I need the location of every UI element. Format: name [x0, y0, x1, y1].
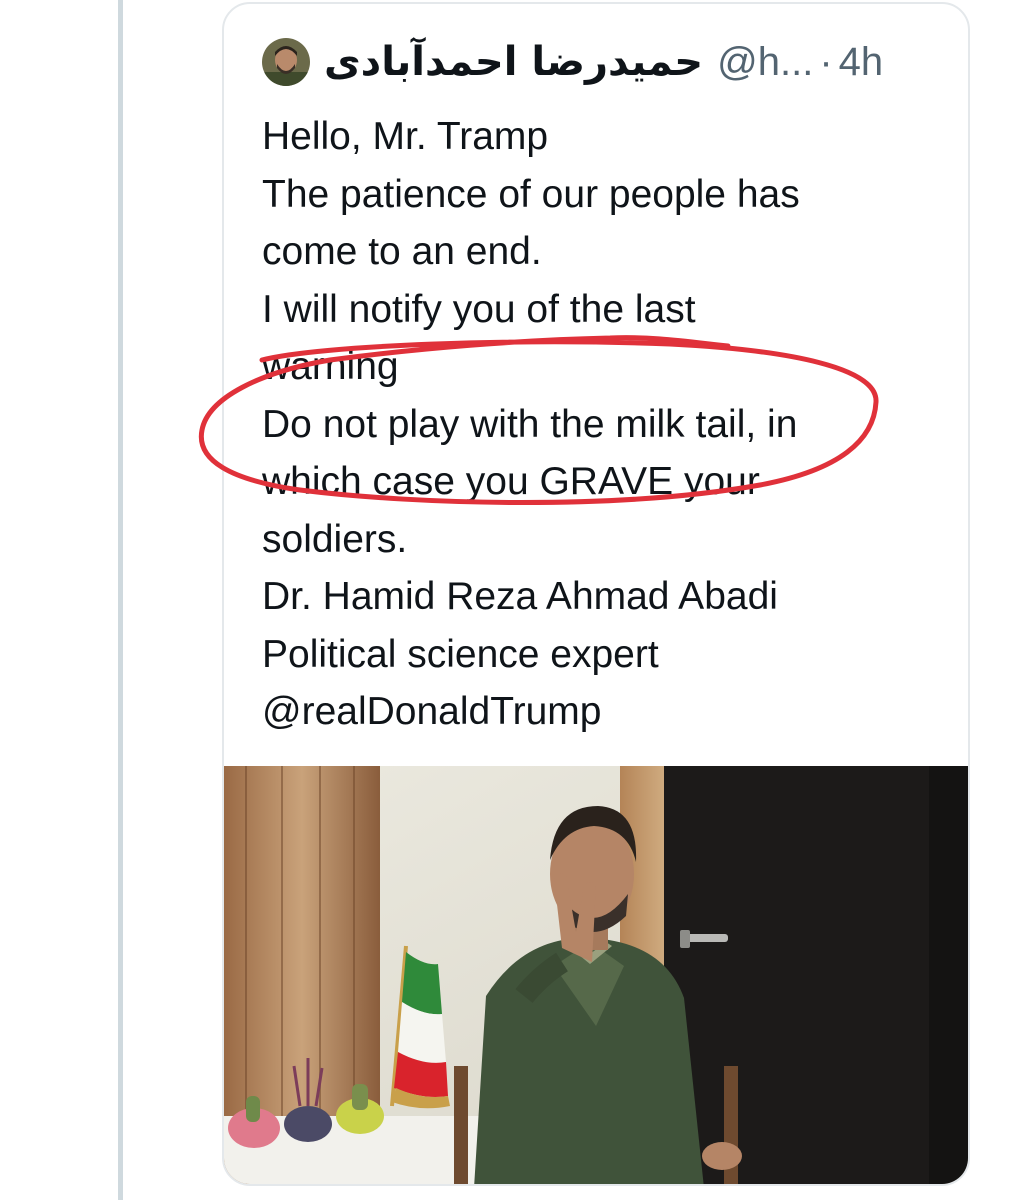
tweet-line: The patience of our people has	[262, 172, 800, 216]
tweet-line: Dr. Hamid Reza Ahmad Abadi	[262, 575, 778, 618]
tweet-line: I will notify you of the last	[262, 287, 696, 331]
tweet-line: warning	[262, 345, 399, 388]
tweet-line: Political science expert	[262, 632, 659, 676]
tweet-line: which case you GRAVE your	[262, 460, 760, 503]
author-display-name[interactable]: حمیدرضا احمدآبادی	[324, 39, 703, 85]
tweet-photo[interactable]	[224, 766, 968, 1184]
tweet-line: come to an end.	[262, 230, 542, 273]
tweet-text: Hello, Mr. Tramp The patience of our peo…	[262, 108, 962, 741]
tweet-line: soldiers.	[262, 517, 408, 561]
tweet-line: Do not play with the milk tail, in	[262, 402, 798, 446]
quoted-tweet-card[interactable]: حمیدرضا احمدآبادی @h... · 4h Hello, Mr. …	[222, 2, 970, 1186]
avatar[interactable]	[262, 38, 310, 86]
separator-dot: ·	[819, 39, 833, 84]
tweet-line: Hello, Mr. Tramp	[262, 115, 549, 158]
tweet-timestamp[interactable]: 4h	[839, 40, 884, 85]
author-handle[interactable]: @h...	[717, 40, 813, 85]
tweet-mention[interactable]: @realDonaldTrump	[262, 683, 962, 741]
tweet-header: حمیدرضا احمدآبادی @h... · 4h	[262, 34, 883, 90]
thread-connector-line	[118, 0, 123, 1200]
